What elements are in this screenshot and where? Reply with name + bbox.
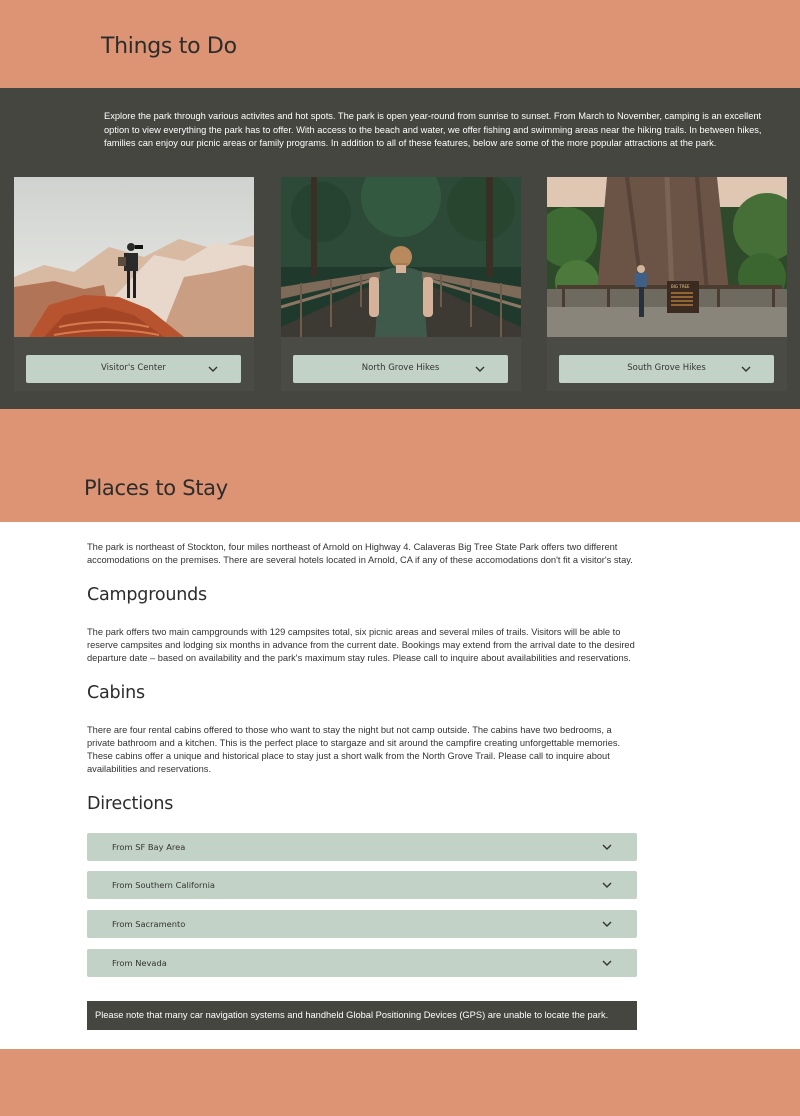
visitors-center-button[interactable]: Visitor's Center bbox=[26, 355, 241, 383]
campgrounds-text-block: The park offers two main campgrounds wit… bbox=[87, 626, 637, 665]
directions-item-southern-california[interactable]: From Southern California bbox=[87, 871, 637, 899]
directions-item-sacramento[interactable]: From Sacramento bbox=[87, 910, 637, 938]
campgrounds-heading-block: Campgrounds bbox=[87, 585, 637, 605]
cabins-text-block: There are four rental cabins offered to … bbox=[87, 724, 637, 776]
cabins-heading: Cabins bbox=[87, 683, 145, 703]
things-to-do-header: Things to Do bbox=[0, 0, 800, 88]
attraction-card-south-grove-hikes: BIG TREE South Grove Hikes bbox=[547, 177, 787, 391]
chevron-down-icon bbox=[602, 844, 612, 850]
chevron-down-icon bbox=[741, 366, 751, 372]
chevron-down-icon bbox=[602, 960, 612, 966]
gps-notice-text: Please note that many car navigation sys… bbox=[95, 1010, 609, 1020]
attraction-card-visitors-center: Visitor's Center bbox=[14, 177, 254, 391]
directions-item-label: From Sacramento bbox=[112, 919, 186, 929]
directions-item-sf-bay-area[interactable]: From SF Bay Area bbox=[87, 833, 637, 861]
attraction-card-north-grove-hikes: North Grove Hikes bbox=[281, 177, 521, 391]
giant-sequoia-tree-image: BIG TREE bbox=[547, 177, 787, 337]
cabins-text: There are four rental cabins offered to … bbox=[87, 725, 621, 775]
south-grove-hikes-button[interactable]: South Grove Hikes bbox=[559, 355, 774, 383]
places-intro-block: The park is northeast of Stockton, four … bbox=[87, 541, 637, 567]
places-intro-text: The park is northeast of Stockton, four … bbox=[87, 542, 633, 566]
north-grove-hikes-button[interactable]: North Grove Hikes bbox=[293, 355, 508, 383]
hiker-on-bridge-image bbox=[281, 177, 521, 337]
directions-heading: Directions bbox=[87, 794, 174, 814]
directions-heading-block: Directions bbox=[87, 794, 637, 814]
directions-item-label: From Southern California bbox=[112, 880, 215, 890]
things-to-do-title: Things to Do bbox=[101, 34, 237, 59]
chevron-down-icon bbox=[475, 366, 485, 372]
directions-item-label: From Nevada bbox=[112, 958, 167, 968]
footer-band bbox=[0, 1049, 800, 1116]
chevron-down-icon bbox=[602, 882, 612, 888]
places-to-stay-title: Places to Stay bbox=[84, 476, 228, 500]
campgrounds-heading: Campgrounds bbox=[87, 585, 207, 605]
sign-text: BIG TREE bbox=[671, 284, 690, 289]
places-to-stay-header: Places to Stay bbox=[0, 409, 800, 522]
photographer-on-rocks-image bbox=[14, 177, 254, 337]
campgrounds-text: The park offers two main campgrounds wit… bbox=[87, 627, 635, 664]
chevron-down-icon bbox=[602, 921, 612, 927]
cabins-heading-block: Cabins bbox=[87, 683, 637, 703]
gps-notice: Please note that many car navigation sys… bbox=[87, 1001, 637, 1030]
things-to-do-section: Explore the park through various activit… bbox=[0, 88, 800, 409]
things-to-do-intro: Explore the park through various activit… bbox=[104, 111, 762, 148]
directions-item-nevada[interactable]: From Nevada bbox=[87, 949, 637, 977]
chevron-down-icon bbox=[208, 366, 218, 372]
directions-item-label: From SF Bay Area bbox=[112, 842, 186, 852]
